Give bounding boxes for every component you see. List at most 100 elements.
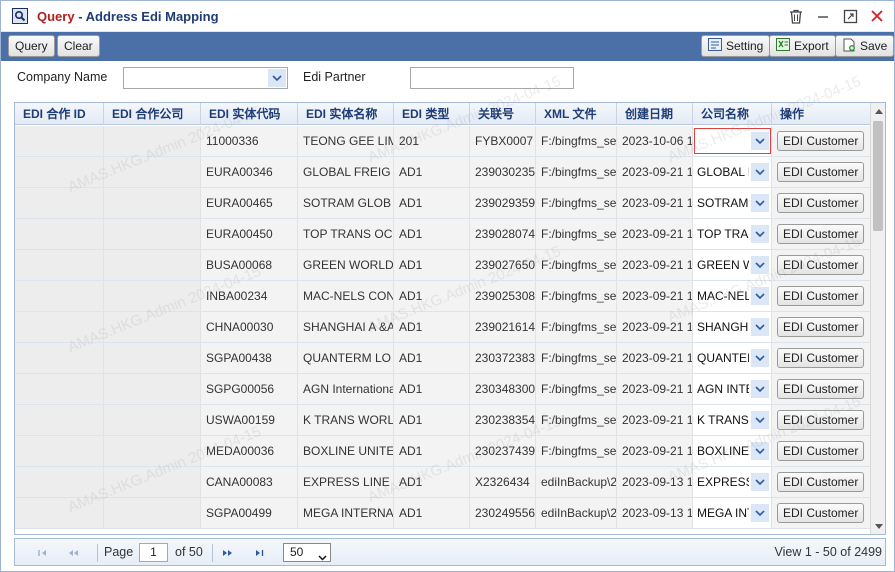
edi-customer-button[interactable]: EDI Customer bbox=[777, 162, 865, 182]
table-row[interactable]: EURA00465 SOTRAM GLOB AD1 239029359 F:/bingf… bbox=[15, 188, 871, 219]
table-row[interactable]: BUSA00068 GREEN WORLD AD1 239027650 F:/bingf… bbox=[15, 250, 871, 281]
chevron-down-icon[interactable] bbox=[751, 132, 769, 150]
edi-customer-button[interactable]: EDI Customer bbox=[777, 472, 865, 492]
table-row[interactable]: USWA00159 K TRANS WORL AD1 230238354 F:/bing… bbox=[15, 405, 871, 436]
edi-customer-button[interactable]: EDI Customer bbox=[777, 286, 865, 306]
table-row[interactable]: CANA00083 EXPRESS LINE AD1 X2326434 ediInBac… bbox=[15, 467, 871, 498]
company-name-select[interactable]: MEGA INT bbox=[693, 498, 772, 528]
entity-name-cell: SOTRAM GLOB bbox=[298, 188, 394, 218]
maximize-icon[interactable] bbox=[841, 6, 859, 26]
edi-customer-button[interactable]: EDI Customer bbox=[777, 255, 865, 275]
company-name-select[interactable] bbox=[693, 126, 772, 156]
page-size-select[interactable]: 50 bbox=[283, 543, 331, 562]
xml-file-cell: F:/bingfms_se bbox=[536, 405, 617, 435]
col-edi-type-header[interactable]: EDI 类型 bbox=[394, 103, 470, 125]
col-edi-entity-code-header[interactable]: EDI 实体代码 bbox=[201, 103, 298, 125]
export-button[interactable]: Export bbox=[769, 35, 836, 57]
company-name-select[interactable]: K TRANS bbox=[693, 405, 772, 435]
action-cell: EDI Customer bbox=[772, 188, 871, 218]
table-row[interactable]: SGPA00499 MEGA INTERNA AD1 230249556 ediInBa… bbox=[15, 498, 871, 529]
chevron-down-icon[interactable] bbox=[751, 256, 769, 274]
chevron-down-icon[interactable] bbox=[751, 194, 769, 212]
table-row[interactable]: CHNA00030 SHANGHAI A &A AD1 239021614 F:/bin… bbox=[15, 312, 871, 343]
created-date-cell: 2023-09-21 1 bbox=[617, 157, 693, 187]
edi-customer-button[interactable]: EDI Customer bbox=[777, 193, 865, 213]
edi-customer-button[interactable]: EDI Customer bbox=[777, 503, 865, 523]
edi-type-cell: AD1 bbox=[394, 188, 470, 218]
chevron-down-icon[interactable] bbox=[751, 318, 769, 336]
trash-icon[interactable] bbox=[787, 6, 805, 26]
col-xml-file-header[interactable]: XML 文件 bbox=[536, 103, 617, 125]
company-name-select[interactable]: GLOBAL F bbox=[693, 157, 772, 187]
chevron-down-icon[interactable] bbox=[751, 411, 769, 429]
edi-partner-input[interactable] bbox=[410, 67, 574, 89]
company-name-select[interactable]: SHANGH bbox=[693, 312, 772, 342]
chevron-down-icon[interactable] bbox=[751, 163, 769, 181]
edi-customer-button[interactable]: EDI Customer bbox=[777, 441, 865, 461]
action-cell: EDI Customer bbox=[772, 219, 871, 249]
company-name-select[interactable]: SOTRAM bbox=[693, 188, 772, 218]
table-row[interactable]: SGPG00056 AGN International AD1 230348300 F:… bbox=[15, 374, 871, 405]
query-button[interactable]: Query bbox=[8, 35, 55, 57]
chevron-down-icon[interactable] bbox=[751, 442, 769, 460]
table-row[interactable]: EURA00450 TOP TRANS OC AD1 239028074 F:/bing… bbox=[15, 219, 871, 250]
edi-customer-button[interactable]: EDI Customer bbox=[777, 224, 865, 244]
table-row[interactable]: MEDA00036 BOXLINE UNITE AD1 230237439 F:/bin… bbox=[15, 436, 871, 467]
created-date-cell: 2023-09-21 1 bbox=[617, 374, 693, 404]
next-page-icon[interactable] bbox=[220, 546, 236, 560]
last-page-icon[interactable] bbox=[251, 546, 267, 560]
entity-code-cell: EURA00465 bbox=[201, 188, 298, 218]
setting-button[interactable]: Setting bbox=[701, 35, 771, 57]
company-name-select[interactable]: BOXLINE bbox=[693, 436, 772, 466]
mapping-grid: EDI 合作 ID EDI 合作公司 EDI 实体代码 EDI 实体名称 EDI 类型关… bbox=[14, 102, 886, 535]
clear-button[interactable]: Clear bbox=[57, 35, 100, 57]
company-name-select[interactable]: GREEN W bbox=[693, 250, 772, 280]
edi-customer-button[interactable]: EDI Customer bbox=[777, 317, 865, 337]
table-row[interactable]: INBA00234 MAC-NELS CON AD1 239025308 F:/bing… bbox=[15, 281, 871, 312]
company-name-select[interactable] bbox=[123, 67, 288, 89]
page-label: Page bbox=[104, 545, 134, 559]
created-date-cell: 2023-09-21 1 bbox=[617, 281, 693, 311]
entity-code-cell: SGPA00438 bbox=[201, 343, 298, 373]
chevron-down-icon[interactable] bbox=[751, 225, 769, 243]
first-page-icon[interactable] bbox=[35, 546, 51, 560]
edi-customer-button[interactable]: EDI Customer bbox=[777, 410, 865, 430]
col-company-name-header[interactable]: 公司名称 bbox=[693, 103, 772, 125]
company-name-select[interactable]: MAC-NEL bbox=[693, 281, 772, 311]
col-edi-partner-company-header[interactable]: EDI 合作公司 bbox=[104, 103, 201, 125]
prev-page-icon[interactable] bbox=[65, 546, 81, 560]
company-name-value: MEGA INT bbox=[697, 506, 749, 520]
col-edi-entity-name-header[interactable]: EDI 实体名称 bbox=[298, 103, 394, 125]
company-name-select[interactable]: QUANTEI bbox=[693, 343, 772, 373]
table-row[interactable]: EURA00346 GLOBAL FREIG AD1 239030235 F:/bing… bbox=[15, 157, 871, 188]
minimize-icon[interactable] bbox=[814, 6, 832, 26]
chevron-down-icon[interactable] bbox=[268, 69, 286, 87]
col-action-header[interactable]: 操作 bbox=[772, 103, 871, 125]
edi-customer-button[interactable]: EDI Customer bbox=[777, 348, 865, 368]
company-name-select[interactable]: AGN INTE bbox=[693, 374, 772, 404]
col-ref-no-header[interactable]: 关联号 bbox=[470, 103, 536, 125]
partner-company-cell bbox=[104, 467, 201, 497]
company-name-select[interactable]: TOP TRA bbox=[693, 219, 772, 249]
chevron-down-icon[interactable] bbox=[751, 473, 769, 491]
save-button[interactable]: Save bbox=[835, 35, 895, 57]
page-input[interactable]: 1 bbox=[139, 543, 168, 562]
chevron-down-icon[interactable] bbox=[751, 504, 769, 522]
chevron-down-icon[interactable] bbox=[751, 349, 769, 367]
chevron-down-icon[interactable] bbox=[751, 380, 769, 398]
col-edi-partner-id-header[interactable]: EDI 合作 ID bbox=[15, 103, 104, 125]
edi-customer-button[interactable]: EDI Customer bbox=[777, 379, 865, 399]
edi-type-cell: AD1 bbox=[394, 157, 470, 187]
action-cell: EDI Customer bbox=[772, 467, 871, 497]
scrollbar-thumb[interactable] bbox=[873, 121, 883, 231]
table-row[interactable]: SGPA00438 QUANTERM LO AD1 230372383 F:/bingf… bbox=[15, 343, 871, 374]
col-created-date-header[interactable]: 创建日期 bbox=[617, 103, 693, 125]
scroll-down-icon[interactable] bbox=[873, 520, 884, 532]
vertical-scrollbar[interactable] bbox=[870, 103, 885, 534]
close-icon[interactable] bbox=[868, 6, 886, 26]
edi-customer-button[interactable]: EDI Customer bbox=[777, 131, 865, 151]
table-row[interactable]: 11000336 TEONG GEE LIM 201 FYBX0007 F:/bingf… bbox=[15, 126, 871, 157]
company-name-select[interactable]: EXPRESS bbox=[693, 467, 772, 497]
scroll-up-icon[interactable] bbox=[873, 105, 884, 117]
chevron-down-icon[interactable] bbox=[751, 287, 769, 305]
